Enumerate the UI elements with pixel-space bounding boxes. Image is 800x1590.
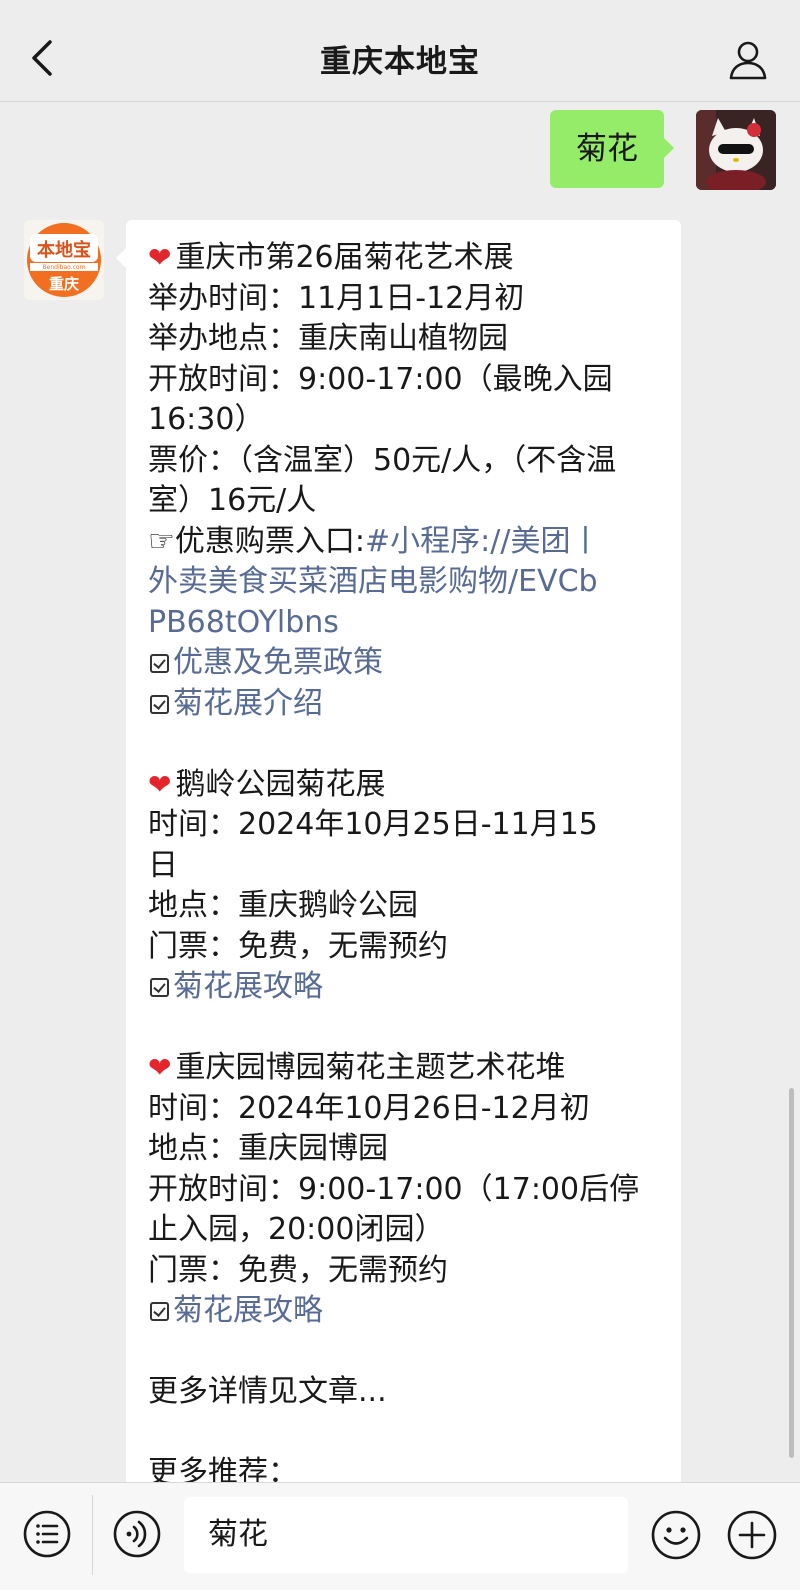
user-avatar[interactable] xyxy=(696,110,776,190)
miniprogram-link-cont[interactable]: 外卖美食买菜酒店电影购物/EVCb xyxy=(148,562,659,603)
profile-icon xyxy=(729,41,767,80)
chat-title: 重庆本地宝 xyxy=(320,44,480,80)
checkbox-icon xyxy=(150,694,169,714)
section-title: ❤ 鹅岭公园菊花展 xyxy=(148,766,386,802)
logo-city-text: 重庆 xyxy=(48,275,79,293)
policy-row: 优惠及免票政策 xyxy=(148,643,659,684)
heart-icon: ❤ xyxy=(148,767,172,801)
emoji-button[interactable] xyxy=(650,1509,702,1561)
chat-header: 重庆本地宝 xyxy=(0,0,800,102)
intro-row: 菊花展介绍 xyxy=(148,684,659,725)
incoming-message[interactable]: ❤ 重庆市第26届菊花艺术展 举办时间：11月1日-12月初 举办地点：重庆南山植… xyxy=(116,220,681,1482)
event-place: 地点：重庆鹅岭公园 xyxy=(148,888,418,923)
intro-link[interactable]: 菊花展介绍 xyxy=(173,686,323,721)
chat-scrollbar[interactable] xyxy=(789,1088,794,1458)
ticket-entry-label: ☞优惠购票入口: xyxy=(148,523,366,559)
event-place: 地点：重庆园博园 xyxy=(148,1131,388,1166)
more-recommend: 更多推荐： xyxy=(148,1455,298,1482)
checkbox-icon xyxy=(150,978,169,997)
section-title: ❤ 重庆园博园菊花主题艺术花堆 xyxy=(148,1050,566,1085)
event-hours-cont: 16:30） xyxy=(148,402,265,437)
event-hours: 开放时间：9:00-17:00（17:00后停 xyxy=(148,1171,640,1207)
profile-button[interactable] xyxy=(726,38,770,82)
divider xyxy=(92,1495,93,1575)
event-time: 时间：2024年10月26日-12月初 xyxy=(148,1090,590,1126)
menu-list-icon xyxy=(23,1510,71,1558)
heart-icon: ❤ xyxy=(148,1051,172,1084)
event-price: 票价：（含温室）50元/人，（不含温 xyxy=(148,442,617,478)
avatar-image xyxy=(696,110,776,190)
checkbox-icon xyxy=(150,1302,169,1321)
more-details: 更多详情见文章... xyxy=(148,1374,387,1409)
event-time-cont: 日 xyxy=(148,847,178,883)
voice-icon xyxy=(113,1510,161,1558)
checkbox-icon xyxy=(150,654,169,673)
policy-link[interactable]: 优惠及免票政策 xyxy=(173,645,383,680)
chat-area[interactable]: 菊花 本地宝 Bendibao.com 重庆 ❤ 重庆市第26届菊花艺术展 举办时… xyxy=(0,102,800,1482)
event-time: 举办时间：11月1日-12月初 xyxy=(148,280,525,316)
miniprogram-link-cont[interactable]: PB68tOYlbns xyxy=(148,603,659,644)
outgoing-message[interactable]: 菊花 xyxy=(550,110,674,188)
menu-button[interactable] xyxy=(22,1509,72,1559)
plus-button[interactable] xyxy=(726,1509,778,1561)
event-time: 时间：2024年10月25日-11月15 xyxy=(148,807,598,842)
heart-icon: ❤ xyxy=(148,241,172,274)
event-place: 举办地点：重庆南山植物园 xyxy=(148,321,508,356)
guide-row: 菊花展攻略 xyxy=(148,1291,659,1332)
event-hours-cont: 止入园，20:00闭园） xyxy=(148,1212,445,1247)
voice-button[interactable] xyxy=(112,1509,162,1559)
guide-row: 菊花展攻略 xyxy=(148,967,659,1008)
message-input[interactable]: 菊花 xyxy=(184,1497,628,1573)
logo-domain-text: Bendibao.com xyxy=(42,264,86,271)
guide-link[interactable]: 菊花展攻略 xyxy=(173,969,323,1004)
event-ticket: 门票：免费，无需预约 xyxy=(148,1252,448,1288)
input-bar: 菊花 xyxy=(0,1482,800,1590)
event-price-cont: 室）16元/人 xyxy=(148,483,317,518)
logo-brand-text: 本地宝 xyxy=(37,240,91,261)
event-hours: 开放时间：9:00-17:00（最晚入园 xyxy=(148,361,613,397)
emoji-icon xyxy=(651,1510,701,1560)
section-title: ❤ 重庆市第26届菊花艺术展 xyxy=(148,240,514,275)
miniprogram-link[interactable]: #小程序://美团丨 xyxy=(365,524,600,559)
event-ticket: 门票：免费，无需预约 xyxy=(148,928,448,964)
plus-icon xyxy=(727,1510,777,1560)
ticket-entry: ☞优惠购票入口:#小程序://美团丨 xyxy=(148,522,659,563)
guide-link[interactable]: 菊花展攻略 xyxy=(173,1293,323,1328)
official-account-avatar[interactable]: 本地宝 Bendibao.com 重庆 xyxy=(24,220,104,300)
